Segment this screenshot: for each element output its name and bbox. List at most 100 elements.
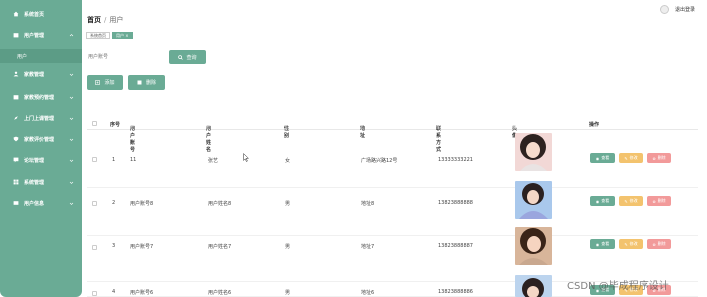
cell-address: 地址6 bbox=[361, 290, 375, 296]
delete-icon: ⊗ bbox=[652, 155, 656, 161]
search-input[interactable] bbox=[88, 51, 160, 63]
edit-button-label: 修改 bbox=[629, 198, 638, 203]
cell-gender: 男 bbox=[285, 290, 291, 296]
edit-button[interactable]: ✎ 修改 bbox=[619, 239, 643, 249]
cell-phone: 13823888886 bbox=[438, 289, 473, 295]
sidebar-item-home[interactable]: 系统首页 bbox=[0, 7, 82, 21]
sidebar-item-user-info[interactable]: 用户信息 bbox=[0, 196, 82, 210]
cell-name: 用户姓名8 bbox=[208, 201, 232, 207]
edit-icon: ✎ bbox=[624, 241, 628, 247]
avatar-image bbox=[515, 133, 552, 171]
cell-gender: 男 bbox=[285, 244, 291, 250]
header-index: 序号 bbox=[110, 122, 121, 128]
avatar bbox=[660, 5, 669, 14]
cell-index: 1 bbox=[112, 157, 116, 163]
delete-button[interactable]: 删除 bbox=[128, 75, 165, 90]
chevron-down-icon bbox=[69, 201, 74, 206]
edit-button-label: 修改 bbox=[629, 241, 638, 246]
edit-icon: ✎ bbox=[624, 198, 628, 204]
sidebar-item-tutor-management[interactable]: 家教管理 bbox=[0, 67, 82, 81]
chevron-down-icon bbox=[69, 72, 74, 77]
sidebar-item-label: 用户信息 bbox=[24, 200, 45, 207]
sidebar-item-label: 系统管理 bbox=[24, 179, 45, 186]
sidebar-item-label: 系统首页 bbox=[24, 11, 45, 18]
watermark: CSDN @毕成程序设计 bbox=[567, 281, 669, 292]
avatar-image bbox=[515, 275, 552, 297]
cell-gender: 男 bbox=[285, 201, 291, 207]
user-icon bbox=[13, 32, 19, 38]
rocket-icon bbox=[13, 115, 19, 121]
cell-phone: 13333333221 bbox=[438, 157, 473, 163]
select-all-checkbox[interactable] bbox=[92, 121, 97, 126]
breadcrumb-home[interactable]: 首页 bbox=[87, 16, 101, 24]
cell-phone: 13823888888 bbox=[438, 200, 473, 206]
add-button-label: 添加 bbox=[104, 80, 115, 86]
header-actions: 操作 bbox=[589, 122, 600, 128]
view-button[interactable]: ◉ 查看 bbox=[590, 196, 615, 206]
search-icon bbox=[178, 54, 184, 60]
search-button-label: 查询 bbox=[186, 54, 197, 61]
sidebar-item-user-management[interactable]: 用户管理 bbox=[0, 28, 82, 42]
eye-icon: ◉ bbox=[595, 241, 600, 247]
row-checkbox[interactable] bbox=[92, 291, 97, 296]
row-delete-button[interactable]: ⊗ 删除 bbox=[647, 239, 671, 249]
sidebar-item-home-lesson-management[interactable]: 上门上课管理 bbox=[0, 111, 82, 125]
cell-phone: 13823888887 bbox=[438, 243, 473, 249]
cell-name: 张艺 bbox=[208, 158, 219, 164]
row-checkbox[interactable] bbox=[92, 157, 97, 162]
home-icon bbox=[13, 11, 19, 17]
edit-button[interactable]: ✎ 修改 bbox=[619, 153, 643, 163]
sidebar-item-review-management[interactable]: 家教评价管理 bbox=[0, 132, 82, 146]
row-delete-button-label: 删除 bbox=[657, 198, 666, 203]
row-checkbox[interactable] bbox=[92, 201, 97, 206]
chevron-down-icon bbox=[69, 158, 74, 163]
id-card-icon bbox=[13, 200, 19, 206]
cell-gender: 女 bbox=[285, 158, 291, 164]
tab-users[interactable]: 用户 × bbox=[112, 32, 133, 39]
cell-address: 地址7 bbox=[361, 244, 375, 250]
sidebar-item-label: 家教评价管理 bbox=[24, 136, 55, 143]
sidebar-item-appointment-management[interactable]: 家教预约管理 bbox=[0, 90, 82, 104]
edit-button[interactable]: ✎ 修改 bbox=[619, 196, 643, 206]
chevron-down-icon bbox=[69, 95, 74, 100]
view-button[interactable]: ◉ 查看 bbox=[590, 153, 615, 163]
add-icon bbox=[95, 80, 101, 85]
chevron-up-icon bbox=[69, 33, 74, 38]
forum-icon bbox=[13, 157, 19, 163]
breadcrumb-current: 用户 bbox=[109, 16, 124, 24]
row-delete-button[interactable]: ⊗ 删除 bbox=[647, 196, 671, 206]
cell-address: 地址8 bbox=[361, 201, 375, 207]
mouse-cursor-icon bbox=[243, 153, 249, 162]
row-delete-button-label: 删除 bbox=[657, 241, 666, 246]
row-delete-button[interactable]: ⊗ 删除 bbox=[647, 153, 671, 163]
add-button[interactable]: 添加 bbox=[87, 75, 123, 90]
eye-icon: ◉ bbox=[595, 198, 600, 204]
cell-address: 广场路兴路12号 bbox=[361, 158, 398, 164]
breadcrumb: 首页 / 用户 bbox=[87, 15, 123, 25]
calendar-icon bbox=[13, 94, 19, 100]
cell-account: 用户账号7 bbox=[130, 244, 154, 250]
cell-account: 11 bbox=[130, 157, 137, 163]
view-button-label: 查看 bbox=[601, 198, 610, 203]
cell-name: 用户姓名6 bbox=[208, 290, 232, 296]
view-button-label: 查看 bbox=[601, 241, 610, 246]
row-checkbox[interactable] bbox=[92, 245, 97, 250]
table-header: 序号 用户账号 ⇅ 用户姓名 ⇅ 性别 ⇅ 地址 ⇅ 联系方式 ⇅ 头像 ⇅ 操… bbox=[87, 117, 698, 153]
logout-area[interactable]: 退出登录 bbox=[660, 5, 695, 14]
cell-account: 用户账号6 bbox=[130, 290, 154, 296]
sidebar-item-label: 家教预约管理 bbox=[24, 94, 55, 101]
sidebar-item-users[interactable]: 用户 bbox=[0, 49, 82, 63]
sidebar-item-label: 用户管理 bbox=[24, 32, 45, 39]
eye-icon: ◉ bbox=[595, 155, 600, 161]
sidebar-item-forum-management[interactable]: 论坛管理 bbox=[0, 153, 82, 167]
person-icon bbox=[13, 71, 19, 77]
search-button[interactable]: 查询 bbox=[169, 50, 206, 64]
view-button[interactable]: ◉ 查看 bbox=[590, 239, 615, 249]
row-delete-button-label: 删除 bbox=[657, 155, 666, 160]
tab-home[interactable]: 系统首页 bbox=[86, 32, 110, 39]
shield-icon bbox=[13, 136, 19, 142]
cell-index: 2 bbox=[112, 200, 116, 206]
logout-button[interactable]: 退出登录 bbox=[675, 6, 695, 13]
sidebar-item-system-management[interactable]: 系统管理 bbox=[0, 175, 82, 189]
chevron-down-icon bbox=[69, 180, 74, 185]
